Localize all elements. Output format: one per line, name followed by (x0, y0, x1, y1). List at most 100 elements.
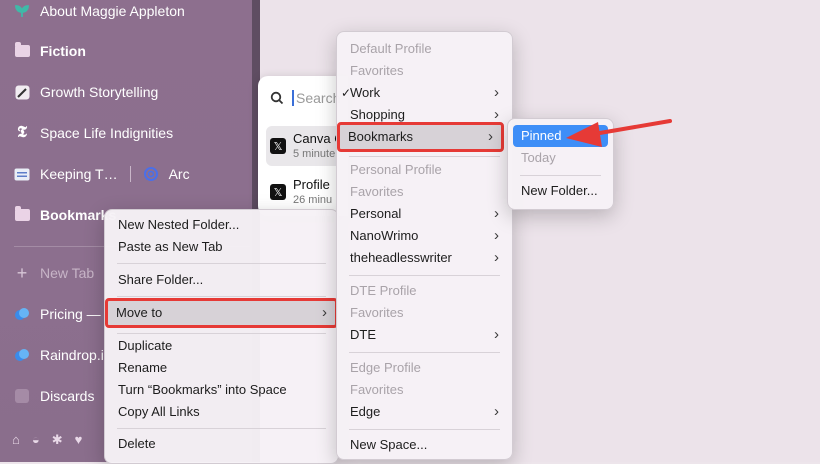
text-caret (292, 90, 294, 106)
new-tab-label: New Tab (40, 265, 95, 281)
menu-item-rename[interactable]: Rename (110, 357, 333, 379)
command-result-subtitle: 26 minu (293, 194, 333, 206)
chevron-right-icon: › (488, 128, 493, 145)
nytimes-icon: 𝕿 (17, 124, 27, 141)
sidebar-item-label: Pricing — (40, 306, 101, 322)
split-divider (129, 166, 131, 182)
menu-item-new-space[interactable]: New Space... (342, 434, 507, 456)
menu-separator (349, 429, 500, 430)
menu-item-bookmarks[interactable]: Bookmarks › (337, 122, 504, 152)
menu-separator (349, 275, 500, 276)
chevron-right-icon: › (494, 227, 499, 244)
move-to-label: Move to (116, 305, 163, 320)
raindrop-icon (14, 347, 30, 363)
menu-item-favorites: Favorites (350, 184, 404, 199)
x-logo-icon: 𝕏 (270, 184, 286, 200)
chevron-right-icon: › (494, 403, 499, 420)
menu-separator (117, 428, 326, 429)
library-icon[interactable]: ⌂ (12, 432, 20, 448)
sidebar-item-about-maggie[interactable]: About Maggie Appleton (14, 0, 185, 22)
section-dte-profile: DTE Profile (350, 283, 417, 298)
move-to-submenu: Default Profile Favorites ✓ Work › Shopp… (336, 31, 513, 460)
x-logo-icon: 𝕏 (270, 138, 286, 154)
menu-item-dte[interactable]: DTE › (342, 324, 507, 346)
sidebar-item-split[interactable]: Keeping T… Arc (14, 163, 190, 185)
menu-separator (117, 263, 326, 264)
folder-icon (14, 42, 30, 59)
menu-item-nanowrimo[interactable]: NanoWrimo › (342, 225, 507, 247)
sidebar-item-label: Fiction (40, 43, 86, 59)
section-default-profile: Default Profile (350, 41, 432, 56)
work-label: Work (350, 85, 381, 100)
search-placeholder: Search (296, 90, 341, 106)
cloud-icon (14, 306, 30, 322)
sidebar-item-label: About Maggie Appleton (40, 3, 185, 19)
keyboard-icon (14, 166, 30, 182)
menu-item-theheadlesswriter[interactable]: theheadlesswriter › (342, 247, 507, 269)
menu-item-personal[interactable]: Personal › (342, 203, 507, 225)
menu-item-turn-into-space[interactable]: Turn “Bookmarks” into Space (110, 379, 333, 401)
menu-separator (349, 156, 500, 157)
menu-separator (117, 296, 326, 297)
dte-label: DTE (350, 327, 376, 342)
menu-item-favorites: Favorites (350, 305, 404, 320)
new-tab-button[interactable]: + New Tab (14, 262, 94, 284)
space-switcher: ⌂ ◒ ✱ ♥ (12, 432, 82, 448)
chevron-right-icon: › (322, 304, 327, 321)
sidebar-item-discards[interactable]: Discards (14, 385, 94, 407)
menu-item-copy-all-links[interactable]: Copy All Links (110, 401, 333, 423)
menu-item-favorites: Favorites (350, 63, 404, 78)
section-personal-profile: Personal Profile (350, 162, 442, 177)
sidebar-item-label: Growth Storytelling (40, 84, 159, 100)
shopping-label: Shopping (350, 107, 405, 122)
sidebar-item-label: Discards (40, 388, 95, 404)
chevron-right-icon: › (494, 106, 499, 123)
pen-icon (14, 84, 30, 100)
menu-item-paste-as-new-tab[interactable]: Paste as New Tab (110, 236, 333, 258)
heart-icon[interactable]: ♥ (75, 432, 83, 448)
search-icon (270, 91, 284, 105)
command-result-title: Profile (293, 177, 330, 192)
command-result-subtitle: 5 minute (293, 148, 336, 160)
asterisk-icon[interactable]: ✱ (52, 432, 63, 448)
chevron-right-icon: › (494, 326, 499, 343)
menu-item-new-nested-folder[interactable]: New Nested Folder... (110, 214, 333, 236)
chevron-right-icon: › (494, 205, 499, 222)
sidebar-item-label: Space Life Indignities (40, 125, 174, 141)
planet-icon[interactable]: ◒ (32, 432, 40, 448)
leaf-icon (14, 3, 30, 19)
sidebar-item-bookmarks[interactable]: Bookmarks (14, 204, 116, 226)
annotation-arrow (566, 119, 672, 147)
menu-item-work[interactable]: ✓ Work › (341, 82, 507, 104)
menu-item-share-folder[interactable]: Share Folder... (110, 269, 333, 291)
theheadlesswriter-label: theheadlesswriter (350, 250, 452, 265)
context-menu: New Nested Folder... Paste as New Tab Sh… (104, 209, 339, 464)
menu-item-move-to[interactable]: Move to › (105, 298, 338, 328)
menu-item-duplicate[interactable]: Duplicate (110, 335, 333, 357)
sidebar-split-label: Arc (168, 166, 190, 182)
chevron-right-icon: › (494, 249, 499, 266)
sidebar-item-pricing[interactable]: Pricing — (14, 303, 101, 325)
sidebar-item-fiction[interactable]: Fiction (14, 40, 86, 62)
menu-item-new-folder[interactable]: New Folder... (513, 180, 608, 202)
sidebar-item-growth-storytelling[interactable]: Growth Storytelling (14, 81, 158, 103)
personal-label: Personal (350, 206, 402, 221)
chevron-right-icon: › (494, 84, 499, 101)
sidebar-item-space-life[interactable]: 𝕿 Space Life Indignities (14, 122, 173, 144)
folder-icon (14, 206, 30, 223)
menu-item-shopping[interactable]: Shopping › (342, 104, 507, 126)
sidebar-item-raindrop[interactable]: Raindrop.i (14, 344, 104, 366)
section-edge-profile: Edge Profile (350, 360, 421, 375)
command-search[interactable]: Search (270, 90, 340, 106)
menu-item-delete[interactable]: Delete (110, 433, 333, 455)
menu-item-edge[interactable]: Edge › (342, 401, 507, 423)
bookmarks-label: Bookmarks (348, 129, 414, 144)
sidebar-item-label: Keeping T… (40, 166, 118, 182)
nanowrimo-label: NanoWrimo (350, 228, 419, 243)
menu-separator (117, 333, 326, 334)
command-bar: Search 𝕏 Canva C 5 minute 𝕏 Profile 26 m… (258, 76, 348, 216)
menu-item-favorites: Favorites (350, 382, 404, 397)
sidebar-item-label: Raindrop.i (40, 347, 104, 363)
menu-separator (520, 175, 601, 176)
arc-icon (143, 166, 159, 182)
